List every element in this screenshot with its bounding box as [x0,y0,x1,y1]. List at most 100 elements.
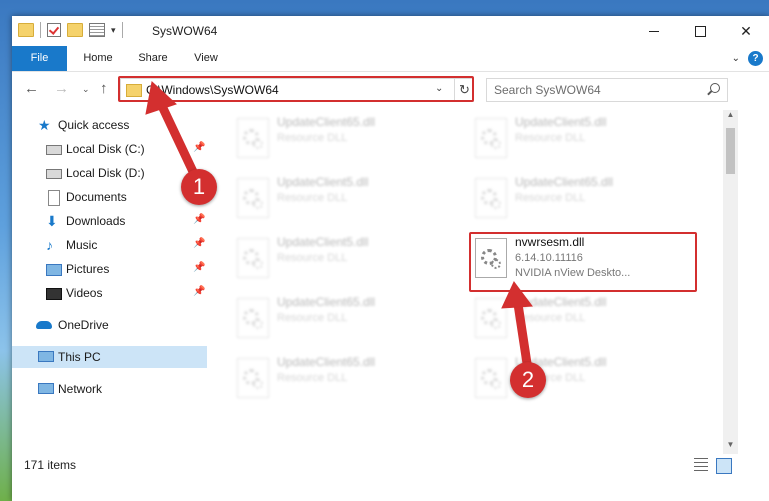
dll-file-icon [237,178,269,218]
file-type: Resource DLL [277,192,348,204]
scrollbar-thumb[interactable] [726,128,735,174]
file-item[interactable]: UpdateClient5.dll Resource DLL [233,172,453,224]
sidebar-item-music[interactable]: ♪ Music 📌 [12,234,207,256]
back-button[interactable]: ← [24,80,39,97]
search-input[interactable]: Search SysWOW64 [494,83,601,97]
file-highlight-box [469,232,697,292]
forward-button[interactable]: → [54,80,69,97]
file-type: Resource DLL [515,132,586,144]
minimize-icon [649,30,659,32]
file-name: UpdateClient65.dll [277,295,376,309]
pin-icon: 📌 [193,142,206,153]
sidebar-item-onedrive[interactable]: OneDrive [12,314,207,336]
properties-check-icon[interactable] [47,23,61,37]
sidebar-item-label: Downloads [66,214,126,228]
sidebar-item-label: OneDrive [58,318,109,332]
quick-access-toolbar: ▾ [18,22,123,38]
sidebar-item-label: Music [66,238,98,252]
title-divider [121,22,123,38]
file-item[interactable]: UpdateClient65.dll Resource DLL [233,112,453,164]
sidebar-item-videos[interactable]: Videos 📌 [12,282,207,304]
sidebar-item-label: Local Disk (D:) [66,166,145,180]
toolbar-divider [40,22,41,38]
ribbon-controls: ⌄ ? [732,51,763,66]
file-name: UpdateClient5.dll [515,115,607,129]
customize-icon[interactable] [89,23,105,37]
tab-home[interactable]: Home [74,46,122,71]
minimize-button[interactable] [631,16,677,46]
file-item[interactable]: UpdateClient5.dll Resource DLL [471,352,691,404]
pictures-icon [46,264,62,276]
dll-file-icon [475,298,507,338]
sidebar-item-documents[interactable]: Documents 📌 [12,186,207,208]
pin-icon: 📌 [193,262,206,273]
music-icon: ♪ [46,237,53,253]
file-type: Resource DLL [277,312,348,324]
file-type: Resource DLL [277,252,348,264]
file-name: UpdateClient65.dll [277,115,376,129]
maximize-button[interactable] [677,16,723,46]
vertical-scrollbar[interactable]: ▲ ▼ [723,110,738,454]
navigation-pane: ★ Quick access Local Disk (C:) 📌 Local D… [12,110,207,470]
sidebar-item-label: This PC [58,350,101,364]
step-2-badge: 2 [510,362,546,398]
file-item[interactable]: UpdateClient65.dll Resource DLL [233,352,453,404]
file-type: Resource DLL [277,132,348,144]
dll-file-icon [475,178,507,218]
sidebar-item-label: Documents [66,190,127,204]
tab-file[interactable]: File [12,46,67,71]
search-box[interactable]: Search SysWOW64 [486,78,728,102]
pc-icon [38,351,54,362]
close-button[interactable]: ✕ [723,16,769,46]
scroll-down-icon[interactable]: ▼ [723,440,738,454]
tiles-view-icon[interactable] [716,458,732,474]
file-type: Resource DLL [515,312,586,324]
sidebar-item-quick-access[interactable]: ★ Quick access [12,114,207,136]
sidebar-item-label: Local Disk (C:) [66,142,145,156]
folder-icon [18,23,34,37]
sidebar-item-local-disk-d[interactable]: Local Disk (D:) [12,162,207,184]
sidebar-item-local-disk-c[interactable]: Local Disk (C:) 📌 [12,138,207,160]
tab-view[interactable]: View [184,46,228,71]
file-item[interactable]: UpdateClient65.dll Resource DLL [233,292,453,344]
tab-share[interactable]: Share [129,46,177,71]
sidebar-item-network[interactable]: Network [12,378,207,400]
search-icon[interactable] [710,83,720,93]
file-item[interactable]: UpdateClient5.dll Resource DLL [471,112,691,164]
sidebar-item-label: Videos [66,286,103,300]
file-type: Resource DLL [277,372,348,384]
sidebar-item-downloads[interactable]: ⬇ Downloads 📌 [12,210,207,232]
sidebar-item-label: Network [58,382,103,396]
status-bar: 171 items [12,454,769,478]
file-item[interactable]: UpdateClient65.dll Resource DLL [471,172,691,224]
network-icon [38,383,54,394]
dll-file-icon [237,298,269,338]
scroll-up-icon[interactable]: ▲ [723,110,738,124]
file-item[interactable]: UpdateClient5.dll Resource DLL [233,232,453,284]
file-item[interactable]: UpdateClient5.dll Resource DLL [471,292,691,344]
chevron-down-icon[interactable]: ▾ [111,25,116,36]
up-button[interactable]: ↑ [100,80,108,97]
address-highlight-box [118,76,474,102]
file-type: Resource DLL [515,192,586,204]
new-folder-icon[interactable] [67,23,83,37]
sidebar-item-pictures[interactable]: Pictures 📌 [12,258,207,280]
expand-ribbon-icon[interactable]: ⌄ [732,53,740,64]
sidebar-item-this-pc[interactable]: This PC [12,346,207,368]
details-view-icon[interactable] [694,458,708,472]
dll-file-icon [237,118,269,158]
help-icon[interactable]: ? [748,51,763,66]
star-icon: ★ [38,117,51,133]
pin-icon: 📌 [193,286,206,297]
file-name: UpdateClient5.dll [277,235,369,249]
dll-file-icon [237,238,269,278]
recent-locations-button[interactable]: ⌄ [82,84,90,95]
sidebar-item-label: Quick access [58,118,130,132]
videos-icon [46,288,62,300]
disk-icon [46,169,62,179]
download-icon: ⬇ [46,213,58,229]
file-name: UpdateClient65.dll [277,355,376,369]
pin-icon: 📌 [193,238,206,249]
dll-file-icon [475,118,507,158]
file-name: UpdateClient65.dll [515,175,614,189]
